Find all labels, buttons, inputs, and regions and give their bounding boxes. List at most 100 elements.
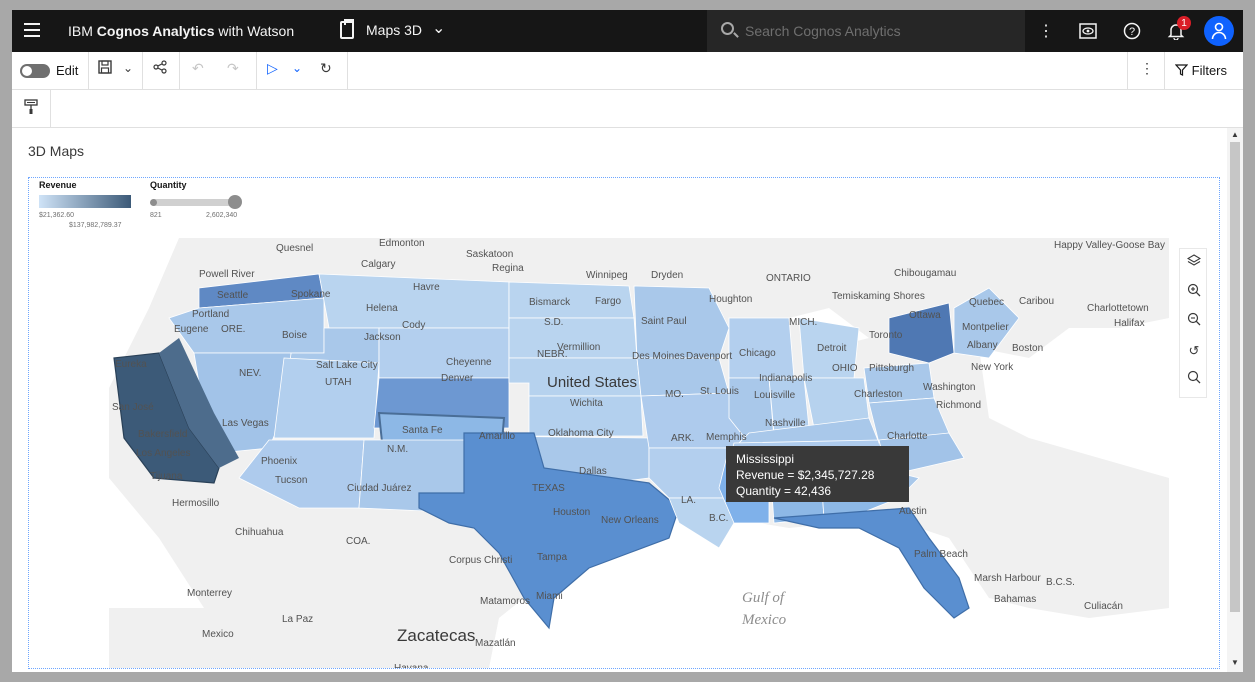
place-label: Austin (899, 506, 927, 517)
place-label: Ciudad Juárez (347, 483, 411, 494)
chevron-down-icon[interactable]: ⌄ (432, 18, 445, 38)
place-label: Ottawa (909, 310, 941, 321)
toolbar-divider (142, 52, 143, 90)
view-icon[interactable] (1067, 10, 1109, 52)
place-label: Matamoros (480, 596, 530, 607)
place-label: Chihuahua (235, 527, 284, 538)
place-label: Miami (536, 591, 563, 602)
place-label: Marsh Harbour (974, 573, 1041, 584)
place-label: Albany (967, 340, 998, 351)
place-label: Fargo (595, 296, 622, 307)
legend-revenue-max: $137,982,789.37 (69, 222, 122, 229)
legend-quantity-min: 821 (150, 212, 162, 219)
undo-icon[interactable]: ↶ (192, 60, 204, 77)
place-label: UTAH (325, 377, 351, 388)
place-label: B.C. (709, 513, 728, 524)
hamburger-icon[interactable] (24, 23, 40, 37)
top-bar: IBM Cognos Analytics with Watson Maps 3D… (12, 10, 1243, 52)
zoom-out-icon[interactable] (1184, 312, 1204, 332)
place-label: Caribou (1019, 296, 1054, 307)
place-label: Culiacán (1084, 601, 1123, 612)
place-label: NEV. (239, 368, 261, 379)
overflow-menu-icon[interactable]: ⋮ (1140, 60, 1154, 77)
filters-button[interactable]: Filters (1174, 63, 1228, 78)
format-painter-icon[interactable] (24, 99, 38, 118)
place-label: Tijuana (150, 471, 183, 482)
place-label: Los Angeles (136, 448, 191, 459)
refresh-icon[interactable]: ↻ (320, 60, 332, 77)
play-chevron-icon[interactable]: ⌄ (292, 61, 302, 75)
place-label: Quesnel (276, 243, 313, 254)
place-label: Palm Beach (914, 549, 968, 560)
place-label: Helena (366, 303, 398, 314)
label-mexico-sea: Mexico (741, 612, 787, 628)
place-label: Phoenix (261, 456, 297, 467)
place-label: Oklahoma City (548, 428, 614, 439)
edit-toggle[interactable] (20, 64, 50, 78)
place-label: Monterrey (187, 588, 232, 599)
place-label: Mazatlán (475, 638, 516, 649)
place-label: B.C.S. (1046, 577, 1075, 588)
app-window: IBM Cognos Analytics with Watson Maps 3D… (12, 10, 1243, 672)
notification-icon[interactable]: 1 (1155, 10, 1197, 52)
place-label: Corpus Christi (449, 555, 512, 566)
redo-icon[interactable]: ↷ (227, 60, 239, 77)
place-label: Montpelier (962, 322, 1009, 333)
save-icon[interactable] (98, 60, 112, 77)
place-label: Charleston (854, 389, 902, 400)
place-label: Dryden (651, 270, 683, 281)
overflow-menu-icon[interactable]: ⋮ (1025, 10, 1067, 52)
document-title[interactable]: Maps 3D (366, 22, 422, 38)
place-label: Regina (492, 263, 524, 274)
map-tooltip: Mississippi Revenue = $2,345,727.28 Quan… (726, 446, 909, 502)
place-label: Halifax (1114, 318, 1145, 329)
place-label: Santa Fe (402, 425, 443, 436)
save-chevron-icon[interactable]: ⌄ (123, 61, 133, 75)
reset-view-icon[interactable]: ↺ (1184, 341, 1204, 361)
tooltip-revenue: Revenue = $2,345,727.28 (736, 468, 875, 482)
vertical-scrollbar[interactable]: ▲ ▼ (1227, 128, 1243, 672)
place-label: Havana (394, 663, 429, 668)
search-input[interactable] (745, 10, 1015, 52)
svg-text:?: ? (1129, 26, 1135, 38)
label-gulf-of: Gulf of (742, 590, 786, 606)
place-label: OHIO (832, 363, 858, 374)
place-label: Houghton (709, 294, 752, 305)
place-label: Las Vegas (222, 418, 269, 429)
help-icon[interactable]: ? (1111, 10, 1153, 52)
place-label: MO. (665, 389, 684, 400)
scroll-up-icon[interactable]: ▲ (1231, 130, 1239, 139)
place-label: Jackson (364, 332, 401, 343)
scroll-down-icon[interactable]: ▼ (1231, 658, 1239, 667)
toolbar-divider (1127, 52, 1128, 90)
search-map-icon[interactable] (1184, 370, 1204, 390)
place-label: Memphis (706, 432, 747, 443)
toolbar-divider (347, 52, 348, 90)
play-icon[interactable]: ▷ (267, 60, 278, 77)
place-label: Quebec (969, 297, 1004, 308)
map-visualization[interactable]: Revenue $21,362.60 $137,982,789.37 Quant… (28, 177, 1220, 669)
place-label: Washington (923, 382, 975, 393)
place-label: Mexico (202, 629, 234, 640)
scroll-thumb[interactable] (1230, 142, 1240, 612)
zoom-in-icon[interactable] (1184, 283, 1204, 303)
tooltip-title: Mississippi (736, 452, 795, 466)
place-label: Eugene (174, 324, 209, 335)
place-label: Toronto (869, 330, 903, 341)
place-label: Bakersfield (138, 429, 187, 440)
edit-label: Edit (56, 63, 79, 78)
place-label: Chibougamau (894, 268, 956, 279)
place-label: ORE. (221, 324, 245, 335)
filters-label: Filters (1191, 63, 1228, 78)
search-box[interactable] (707, 10, 1025, 52)
secondary-toolbar (12, 90, 1243, 128)
user-avatar[interactable] (1204, 16, 1234, 46)
place-label: Spokane (291, 289, 331, 300)
place-label: New Orleans (601, 515, 659, 526)
place-label: Denver (441, 373, 474, 384)
clipboard-icon (340, 19, 354, 39)
layers-icon[interactable] (1184, 254, 1204, 274)
label-united-states: United States (547, 374, 637, 391)
share-icon[interactable] (153, 60, 167, 77)
map-canvas[interactable]: Quesnel Edmonton Saskatoon Calgary Regina Win… (109, 238, 1169, 668)
